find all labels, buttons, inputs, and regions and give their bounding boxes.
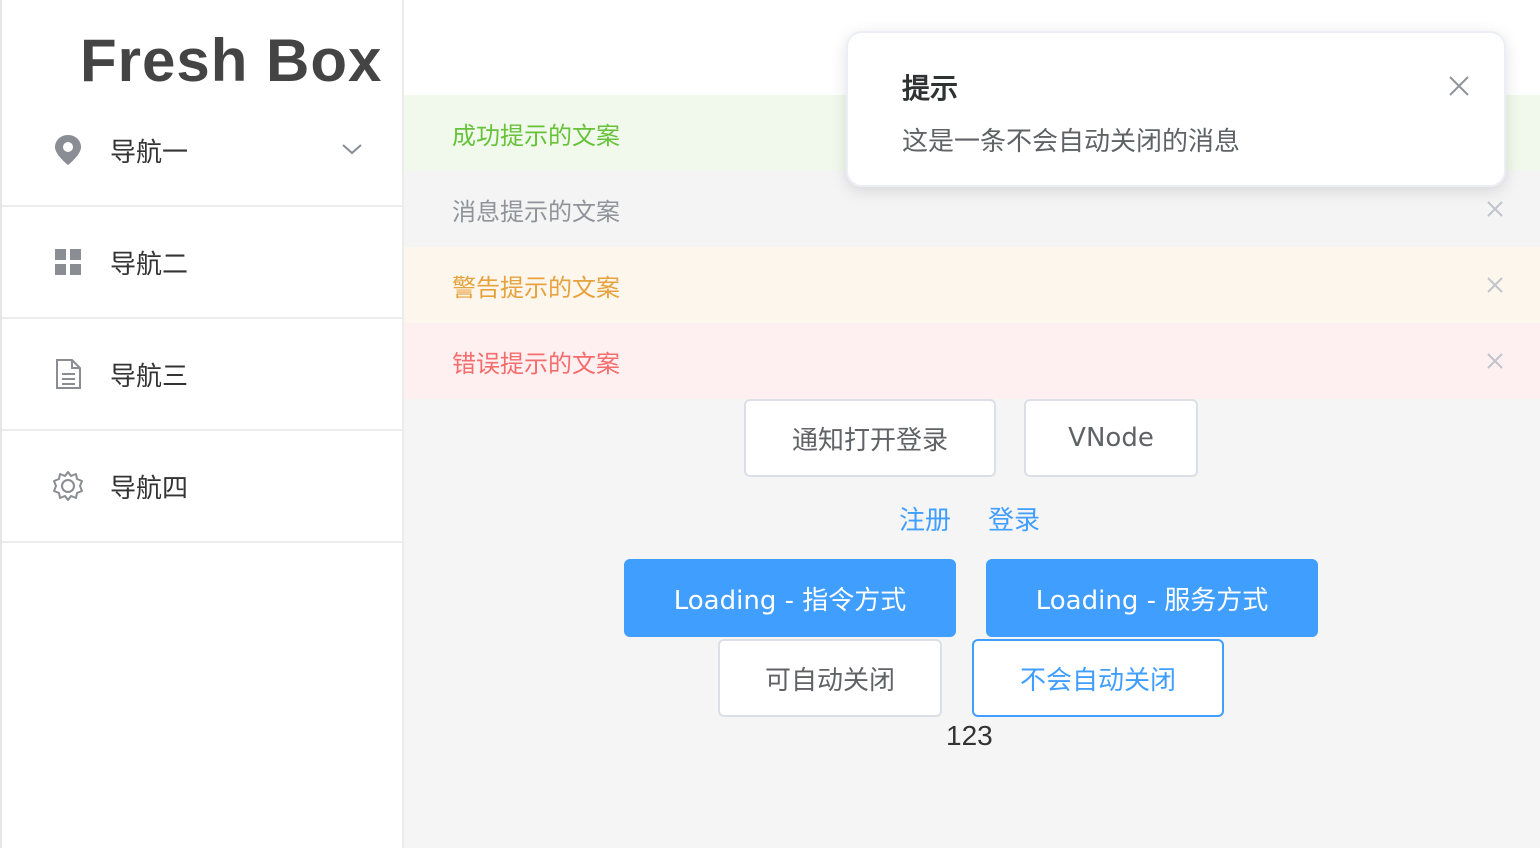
sidebar-item-nav-4[interactable]: 导航四 <box>2 431 404 543</box>
register-link[interactable]: 注册 <box>899 500 951 537</box>
login-link[interactable]: 登录 <box>988 500 1040 537</box>
notification-popup: 提示 这是一条不会自动关闭的消息 <box>846 31 1506 187</box>
no-auto-close-button[interactable]: 不会自动关闭 <box>972 639 1224 717</box>
loading-directive-button[interactable]: Loading - 指令方式 <box>624 559 956 637</box>
document-icon <box>52 358 84 390</box>
counter-value: 123 <box>946 720 993 751</box>
close-icon[interactable] <box>1486 352 1504 370</box>
app-logo: Fresh Box <box>80 27 383 94</box>
sidebar-item-label: 导航一 <box>110 137 189 168</box>
loading-service-button[interactable]: Loading - 服务方式 <box>986 559 1318 637</box>
alert-error: 错误提示的文案 <box>404 323 1540 399</box>
vnode-button[interactable]: VNode <box>1024 399 1198 477</box>
sidebar: Fresh Box 导航一 导航二 导航三 导航四 <box>0 0 404 848</box>
notification-title: 提示 <box>902 72 959 105</box>
sidebar-item-label: 导航三 <box>110 361 189 392</box>
close-icon[interactable] <box>1448 75 1470 97</box>
notify-open-login-button[interactable]: 通知打开登录 <box>744 399 996 477</box>
grid-menu-icon <box>52 246 84 278</box>
alert-warning-text: 警告提示的文案 <box>452 273 620 302</box>
sidebar-item-nav-2[interactable]: 导航二 <box>2 207 404 319</box>
alert-warning: 警告提示的文案 <box>404 247 1540 323</box>
close-icon[interactable] <box>1486 200 1504 218</box>
auto-close-button[interactable]: 可自动关闭 <box>718 639 942 717</box>
gear-icon <box>52 470 84 502</box>
alert-success-text: 成功提示的文案 <box>452 121 620 150</box>
sidebar-item-label: 导航二 <box>110 249 189 280</box>
alert-info-text: 消息提示的文案 <box>452 197 620 226</box>
chevron-down-icon[interactable] <box>340 137 364 161</box>
location-pin-icon <box>52 134 84 166</box>
sidebar-item-nav-3[interactable]: 导航三 <box>2 319 404 431</box>
alert-error-text: 错误提示的文案 <box>452 349 620 378</box>
sidebar-item-nav-1[interactable]: 导航一 <box>2 95 404 207</box>
close-icon[interactable] <box>1486 276 1504 294</box>
sidebar-item-label: 导航四 <box>110 473 189 504</box>
sidebar-menu: 导航一 导航二 导航三 导航四 <box>2 95 404 543</box>
notification-message: 这是一条不会自动关闭的消息 <box>902 127 1241 157</box>
